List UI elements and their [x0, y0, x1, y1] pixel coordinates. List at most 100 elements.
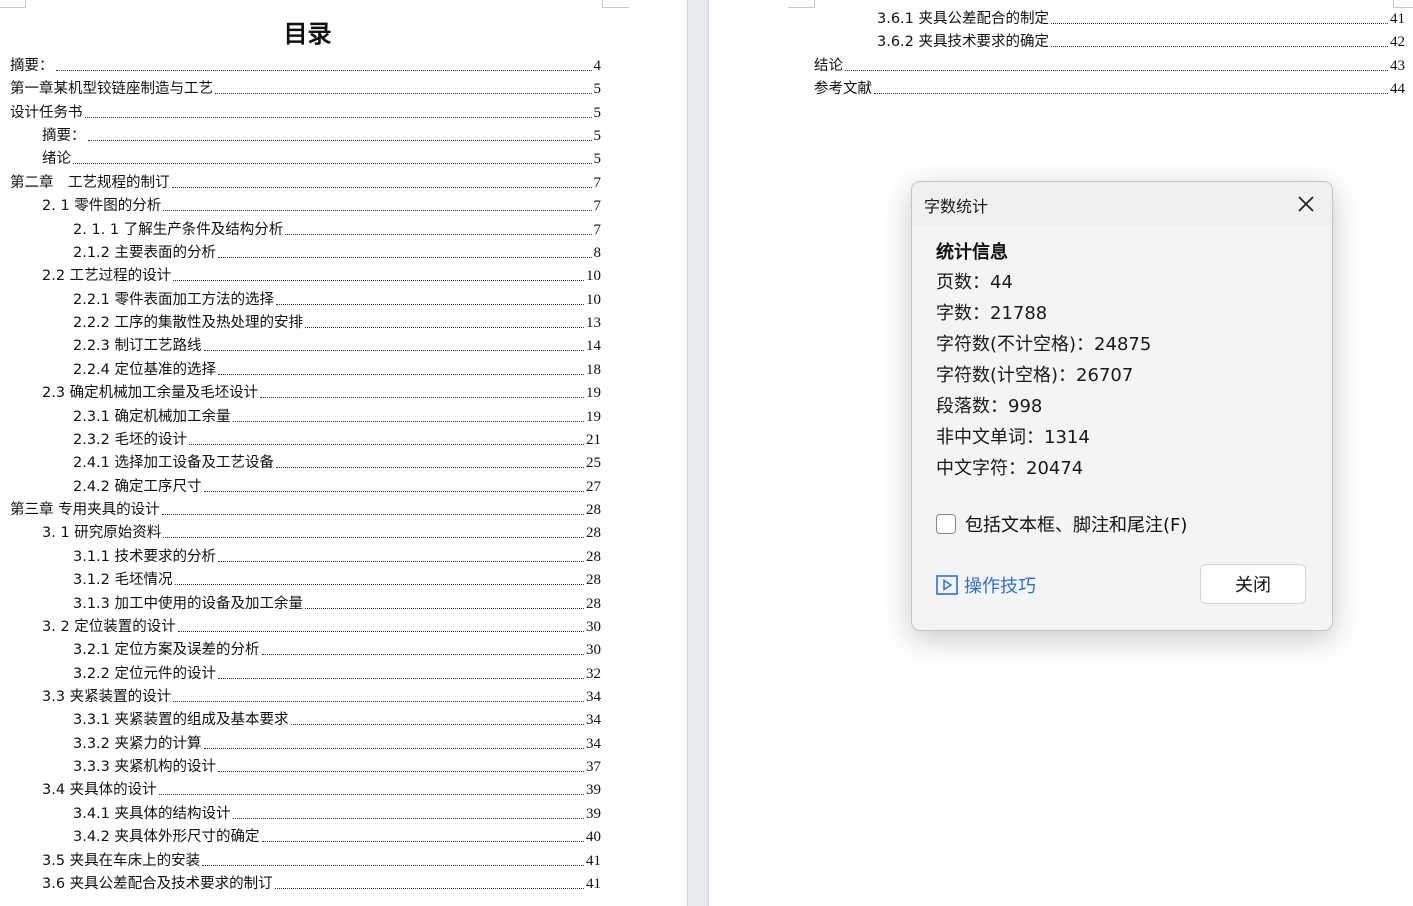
toc-entry[interactable]: 绪论 5 — [42, 149, 601, 169]
toc-entry-label: 3.1.1 技术要求的分析 — [73, 548, 217, 565]
toc-entry[interactable]: 2.2.2 工序的集散性及热处理的安排 13 — [73, 313, 601, 333]
toc-entry[interactable]: 2.2 工艺过程的设计 10 — [42, 266, 601, 286]
toc-entry[interactable]: 3.4 夹具体的设计 39 — [42, 780, 601, 800]
toc-entry[interactable]: 3. 1 研究原始资料 28 — [42, 523, 601, 543]
toc-entry[interactable]: 3.5 夹具在车床上的安装 41 — [42, 851, 601, 871]
toc-entry-label: 摘要： — [42, 128, 86, 145]
document-page-left: 目录 摘要： 4 第一章某机型铰链座制造与工艺 5 设计任务书 5 摘要： 5 绪论 5 第二章 工… — [0, 0, 687, 906]
toc-entry-page: 14 — [586, 338, 601, 355]
stat-row: 字符数(不计空格)：24875 — [936, 330, 1151, 356]
toc-entry[interactable]: 2. 1. 1 了解生产条件及结构分析 7 — [73, 220, 601, 240]
toc-entry[interactable]: 3.4.2 夹具体外形尺寸的确定 40 — [73, 827, 601, 847]
toc-entry[interactable]: 设计任务书 5 — [10, 103, 601, 123]
stat-label: 字数： — [936, 303, 990, 324]
toc-entry[interactable]: 3.2.2 定位元件的设计 32 — [73, 664, 601, 684]
dot-leader — [163, 537, 584, 539]
toc-entry[interactable]: 3.1.1 技术要求的分析 28 — [73, 547, 601, 567]
toc-entry-page: 19 — [586, 408, 601, 425]
toc-entry-label: 2.2.4 定位基准的选择 — [73, 361, 217, 378]
toc-entry-page: 25 — [586, 455, 601, 472]
toc-entry-label: 第二章 工艺规程的制订 — [10, 174, 170, 191]
toc-entry[interactable]: 2.1.2 主要表面的分析 8 — [73, 243, 601, 263]
toc-entry-page: 7 — [593, 198, 602, 215]
toc-entry-label: 2.2.2 工序的集散性及热处理的安排 — [73, 315, 304, 332]
dialog-titlebar: 字数统计 — [912, 182, 1332, 226]
toc-entry-page: 10 — [586, 291, 601, 308]
toc-entry[interactable]: 3.2.1 定位方案及误差的分析 30 — [73, 640, 601, 660]
toc-entry-page: 18 — [586, 361, 601, 378]
crop-mark — [602, 0, 629, 8]
toc-entry-page: 8 — [593, 244, 602, 261]
toc-entry[interactable]: 3.3.1 夹紧装置的组成及基本要求 34 — [73, 710, 601, 730]
include-textboxes-checkbox[interactable]: 包括文本框、脚注和尾注(F) — [936, 511, 1187, 537]
dot-leader — [163, 210, 592, 212]
close-icon[interactable] — [1294, 192, 1318, 216]
toc-entry-label: 2.2.1 零件表面加工方法的选择 — [73, 291, 275, 308]
checkbox-box[interactable] — [936, 514, 956, 534]
stat-value: 1314 — [1044, 427, 1090, 448]
section-heading: 统计信息 — [936, 242, 1008, 263]
dot-leader — [173, 700, 584, 702]
toc-entry-page: 34 — [586, 712, 601, 729]
toc-entry[interactable]: 第二章 工艺规程的制订 7 — [10, 173, 601, 193]
dot-leader — [218, 677, 584, 679]
stat-row: 中文字符：20474 — [936, 454, 1083, 480]
toc-entry[interactable]: 第一章某机型铰链座制造与工艺 5 — [10, 79, 601, 99]
toc-entry[interactable]: 2.3.1 确定机械加工余量 19 — [73, 407, 601, 427]
toc-entry[interactable]: 摘要： 5 — [42, 126, 601, 146]
tips-link[interactable]: 操作技巧 — [936, 572, 1036, 598]
toc-entry[interactable]: 摘要： 4 — [10, 56, 601, 76]
dot-leader — [305, 607, 584, 609]
dot-leader — [203, 490, 584, 492]
toc-entry[interactable]: 3.3.3 夹紧机构的设计 37 — [73, 757, 601, 777]
toc-entry[interactable]: 2.3.2 毛坯的设计 21 — [73, 430, 601, 450]
dot-leader — [84, 116, 592, 118]
toc-entry[interactable]: 2. 1 零件图的分析 7 — [42, 196, 601, 216]
toc-entry[interactable]: 2.3 确定机械加工余量及毛坯设计 19 — [42, 383, 601, 403]
toc-entry-page: 5 — [593, 81, 602, 98]
toc-entry[interactable]: 3.6.2 夹具技术要求的确定 42 — [877, 32, 1405, 52]
toc-entry-page: 32 — [586, 665, 601, 682]
toc-entry[interactable]: 结论 43 — [814, 56, 1405, 76]
crop-mark — [788, 0, 815, 8]
toc-entry[interactable]: 3.1.2 毛坯情况 28 — [73, 570, 601, 590]
toc-entry[interactable]: 3.6 夹具公差配合及技术要求的制订 41 — [42, 874, 601, 894]
toc-entry[interactable]: 3.4.1 夹具体的结构设计 39 — [73, 804, 601, 824]
dot-leader — [260, 397, 584, 399]
toc-entry[interactable]: 3.1.3 加工中使用的设备及加工余量 28 — [73, 594, 601, 614]
toc-entry[interactable]: 2.2.4 定位基准的选择 18 — [73, 360, 601, 380]
dialog-title: 字数统计 — [924, 197, 989, 216]
dot-leader — [232, 420, 584, 422]
toc-entry[interactable]: 3.3 夹紧装置的设计 34 — [42, 687, 601, 707]
stat-row: 页数：44 — [936, 268, 1013, 294]
toc-entry[interactable]: 3.6.1 夹具公差配合的制定 41 — [877, 9, 1405, 29]
close-button[interactable]: 关闭 — [1200, 564, 1306, 604]
toc-entry-page: 21 — [586, 431, 601, 448]
toc-entry-label: 3.1.3 加工中使用的设备及加工余量 — [73, 595, 304, 612]
toc-entry[interactable]: 2.4.2 确定工序尺寸 27 — [73, 477, 601, 497]
stat-row: 非中文单词：1314 — [936, 423, 1090, 449]
dot-leader — [161, 514, 584, 516]
toc-entry-label: 3.3.1 夹紧装置的组成及基本要求 — [73, 712, 289, 729]
stat-row: 字数：21788 — [936, 299, 1047, 325]
toc-entry[interactable]: 2.2.1 零件表面加工方法的选择 10 — [73, 290, 601, 310]
word-count-dialog: 字数统计 统计信息 页数：44 字数：21788 字符数(不计空格)：24875 字符… — [911, 181, 1333, 631]
toc-title: 目录 — [283, 20, 332, 48]
toc-entry-label: 2.4.1 选择加工设备及工艺设备 — [73, 455, 275, 472]
toc-entry-label: 3.5 夹具在车床上的安装 — [42, 852, 201, 869]
toc-entry-page: 41 — [1390, 11, 1405, 27]
toc-entry[interactable]: 参考文献 44 — [814, 79, 1405, 99]
toc-entry[interactable]: 2.4.1 选择加工设备及工艺设备 25 — [73, 453, 601, 473]
toc-entry-label: 3.2.1 定位方案及误差的分析 — [73, 642, 260, 659]
dot-leader — [189, 443, 584, 445]
toc-entry[interactable]: 3.3.2 夹紧力的计算 34 — [73, 734, 601, 754]
toc-entry[interactable]: 3. 2 定位装置的设计 30 — [42, 617, 601, 637]
dot-leader — [305, 327, 584, 329]
toc-entry[interactable]: 2.2.3 制订工艺路线 14 — [73, 336, 601, 356]
toc-entry[interactable]: 第三章 专用夹具的设计 28 — [10, 500, 601, 520]
toc-entry-label: 2.3.1 确定机械加工余量 — [73, 408, 231, 425]
toc-entry-label: 第三章 专用夹具的设计 — [10, 502, 160, 519]
dot-leader — [232, 817, 584, 819]
toc-entry-page: 30 — [586, 642, 601, 659]
crop-mark — [0, 0, 26, 8]
